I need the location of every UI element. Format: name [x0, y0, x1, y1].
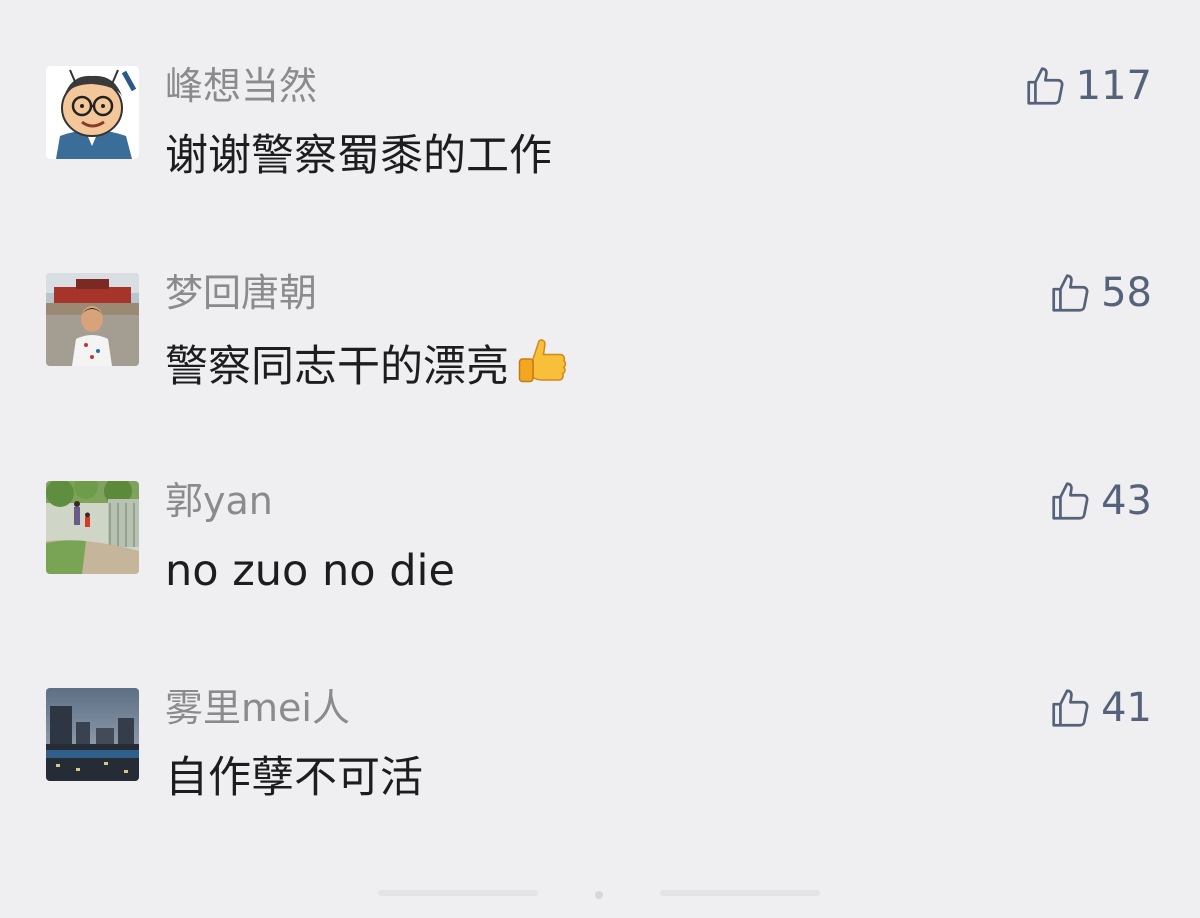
like-count: 58	[1101, 270, 1152, 316]
comment-text: 自作孽不可活	[165, 750, 423, 806]
comment-item: 雾里mei人 自作孽不可活 41	[0, 685, 1200, 838]
scroll-indicator-right	[660, 890, 820, 896]
comment-text-body: no zuo no die	[165, 546, 455, 596]
comment-author[interactable]: 雾里mei人	[165, 684, 350, 732]
thumbs-up-icon	[1052, 689, 1089, 727]
avatar[interactable]	[46, 481, 139, 574]
comment-author[interactable]: 郭yan	[165, 477, 273, 525]
like-count: 117	[1075, 63, 1152, 109]
comment-text-body: 谢谢警察蜀黍的工作	[165, 131, 552, 181]
thumbs-up-icon	[1052, 274, 1089, 312]
scroll-indicator-left	[378, 890, 538, 896]
like-button[interactable]: 41	[1047, 684, 1152, 732]
comment-author[interactable]: 峰想当然	[165, 62, 317, 110]
comment-text: 谢谢警察蜀黍的工作	[165, 128, 552, 184]
avatar[interactable]	[46, 66, 139, 159]
park-photo-avatar-image	[46, 481, 139, 574]
child-photo-avatar-image	[46, 273, 139, 366]
thumbs-up-icon	[1027, 67, 1064, 105]
like-count: 41	[1101, 685, 1152, 731]
like-button[interactable]: 43	[1047, 477, 1152, 525]
thumbs-up-emoji	[518, 339, 567, 383]
cartoon-avatar-image	[46, 66, 139, 159]
avatar[interactable]	[46, 273, 139, 366]
avatar[interactable]	[46, 688, 139, 781]
scroll-indicator-dot	[595, 891, 603, 899]
city-photo-avatar-image	[46, 688, 139, 781]
like-count: 43	[1101, 478, 1152, 524]
comment-item: 峰想当然 谢谢警察蜀黍的工作 117	[0, 63, 1200, 216]
comment-text: no zuo no die	[165, 543, 455, 599]
thumbs-up-icon	[1052, 482, 1089, 520]
comment-text: 警察同志干的漂亮	[165, 335, 569, 395]
comment-text-body: 自作孽不可活	[165, 753, 423, 803]
like-button[interactable]: 117	[1022, 62, 1152, 110]
like-button[interactable]: 58	[1047, 269, 1152, 317]
comment-item: 郭yan no zuo no die 43	[0, 478, 1200, 631]
comment-text-body: 警察同志干的漂亮	[165, 342, 509, 392]
comment-item: 梦回唐朝 警察同志干的漂亮 58	[0, 270, 1200, 423]
comment-author[interactable]: 梦回唐朝	[165, 269, 317, 317]
